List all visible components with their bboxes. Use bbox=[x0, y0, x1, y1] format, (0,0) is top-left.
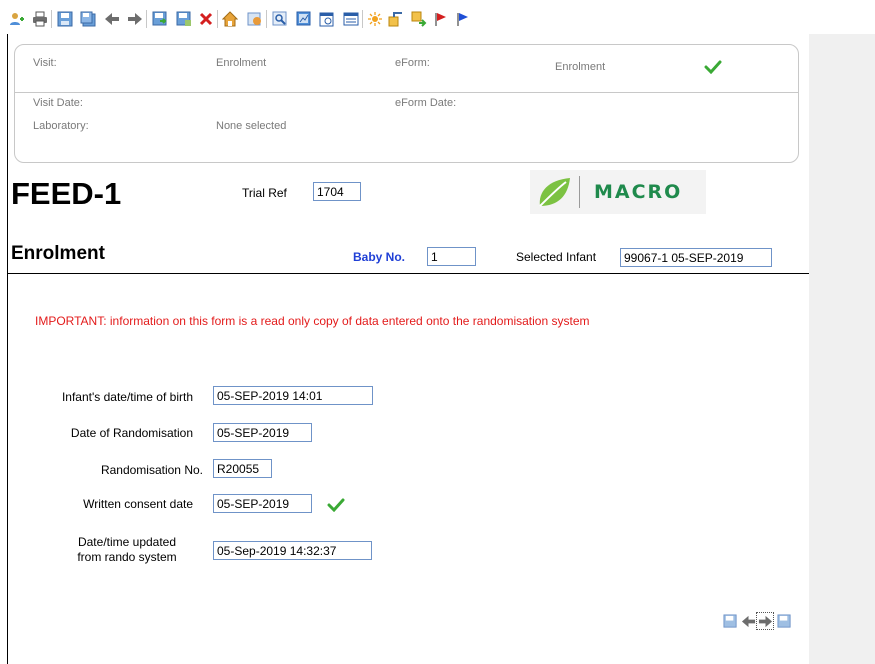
visit-label: Visit: bbox=[33, 57, 57, 69]
baby-no-field[interactable]: 1 bbox=[427, 247, 476, 266]
form-header-divider bbox=[8, 273, 809, 274]
home-icon[interactable] bbox=[222, 11, 238, 27]
back-arrow-icon[interactable] bbox=[104, 11, 120, 27]
logo-text: MACRO bbox=[594, 181, 683, 203]
save-all-icon[interactable] bbox=[80, 11, 96, 27]
sun-icon[interactable] bbox=[367, 11, 383, 27]
export-icon[interactable] bbox=[388, 11, 404, 27]
macro-logo: MACRO bbox=[530, 170, 706, 214]
visit-date-label: Visit Date: bbox=[33, 97, 83, 109]
important-notice: IMPORTANT: information on this form is a… bbox=[35, 314, 590, 328]
study-title: FEED-1 bbox=[11, 176, 122, 211]
red-flag-icon[interactable] bbox=[433, 11, 449, 27]
list-icon[interactable] bbox=[343, 11, 359, 27]
report-icon[interactable] bbox=[296, 11, 312, 27]
randomisation-no-field[interactable]: R20055 bbox=[213, 459, 272, 478]
bottom-forward-arrow-icon[interactable] bbox=[756, 612, 774, 630]
header-divider bbox=[14, 92, 799, 93]
blue-flag-icon[interactable] bbox=[455, 11, 471, 27]
forward-arrow-icon[interactable] bbox=[127, 11, 143, 27]
selected-infant-field[interactable]: 99067-1 05-SEP-2019 bbox=[620, 248, 772, 267]
right-panel bbox=[809, 34, 875, 664]
eform-label: eForm: bbox=[395, 57, 430, 69]
updated-label-line2: from rando system bbox=[77, 550, 177, 564]
trial-ref-label: Trial Ref bbox=[242, 186, 287, 200]
page-left-border bbox=[7, 34, 8, 664]
visit-value: Enrolment bbox=[216, 57, 267, 69]
trial-ref-field[interactable]: 1704 bbox=[313, 182, 361, 201]
written-consent-date-field[interactable]: 05-SEP-2019 bbox=[213, 494, 312, 513]
bottom-back-arrow-icon[interactable] bbox=[740, 613, 756, 629]
laboratory-value[interactable]: None selected bbox=[216, 120, 286, 132]
updated-from-rando-field[interactable]: 05-Sep-2019 14:32:37 bbox=[213, 541, 372, 560]
updated-from-rando-label: Date/time updated from rando system bbox=[60, 535, 194, 565]
eform-date-label: eForm Date: bbox=[395, 97, 457, 109]
consent-valid-check-icon bbox=[327, 498, 345, 517]
save-next-icon[interactable] bbox=[152, 11, 168, 27]
leaf-icon bbox=[539, 178, 570, 207]
updated-label-line1: Date/time updated bbox=[77, 535, 177, 549]
find-icon[interactable] bbox=[272, 11, 288, 27]
save-icon[interactable] bbox=[57, 11, 73, 27]
randomisation-date-label: Date of Randomisation bbox=[70, 426, 193, 440]
bottom-save-icon[interactable] bbox=[722, 613, 738, 629]
randomisation-date-field[interactable]: 05-SEP-2019 bbox=[213, 423, 312, 442]
calendar-icon[interactable] bbox=[319, 11, 335, 27]
import-icon[interactable] bbox=[411, 11, 427, 27]
eform-complete-check-icon bbox=[704, 60, 722, 79]
baby-no-label: Baby No. bbox=[353, 250, 406, 264]
laboratory-label: Laboratory: bbox=[33, 120, 89, 132]
search-subject-icon[interactable] bbox=[247, 11, 263, 27]
eform-value: Enrolment bbox=[555, 61, 606, 73]
toolbar bbox=[0, 0, 875, 34]
written-consent-date-label: Written consent date bbox=[83, 497, 193, 511]
add-user-icon[interactable] bbox=[9, 11, 25, 27]
birth-datetime-field[interactable]: 05-SEP-2019 14:01 bbox=[213, 386, 373, 405]
bottom-save-next-icon[interactable] bbox=[776, 613, 792, 629]
form-title: Enrolment bbox=[11, 243, 105, 264]
randomisation-no-label: Randomisation No. bbox=[100, 463, 203, 477]
print-icon[interactable] bbox=[32, 11, 48, 27]
save-close-icon[interactable] bbox=[176, 11, 192, 27]
selected-infant-label: Selected Infant bbox=[516, 250, 597, 264]
delete-icon[interactable] bbox=[198, 11, 214, 27]
birth-datetime-label: Infant's date/time of birth bbox=[61, 390, 193, 404]
